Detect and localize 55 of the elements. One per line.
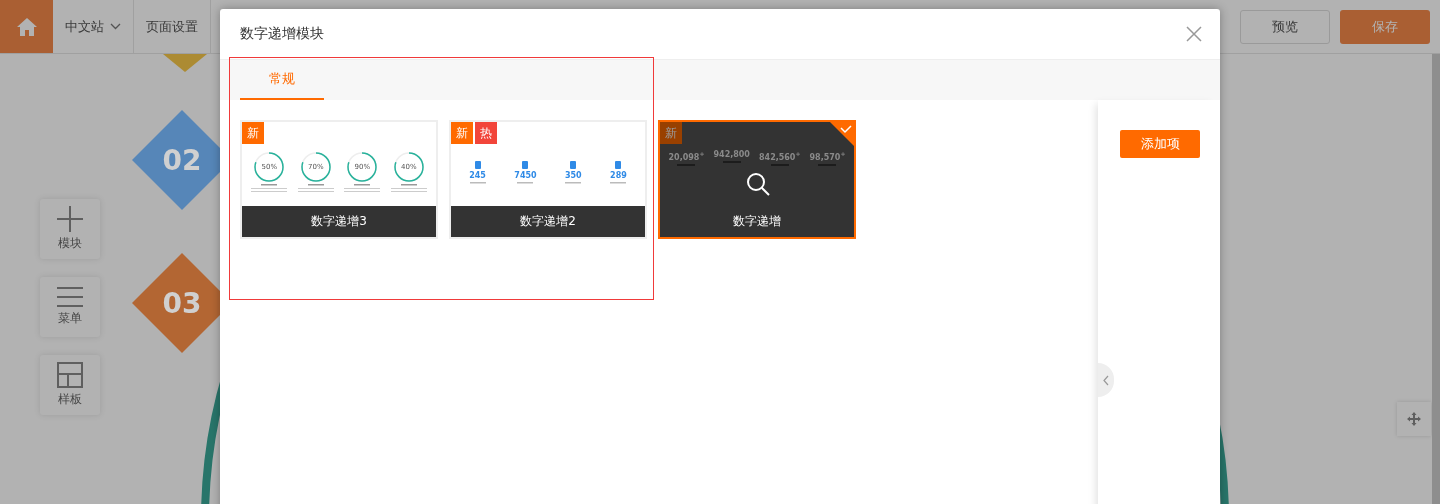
text-lines-drawing [251,184,288,194]
text-lines-drawing [610,182,627,185]
step-number: 02 [162,143,202,177]
add-item-button[interactable]: 添加项 [1120,130,1200,158]
close-button[interactable] [1186,26,1202,42]
stat-number: 350 [565,171,582,181]
stat-icon [521,161,530,170]
check-corner-icon [830,122,854,146]
preview-button[interactable]: 预览 [1240,9,1330,44]
tag-badge: 新 [451,122,473,144]
stat-number: 942,800 [713,150,750,159]
template-card[interactable]: 20,098$^{+}$ 942,800 842,560$^{+}$ 98,570$^{+}$ 数字递增 新 [658,120,856,239]
text-lines-drawing [469,182,486,185]
dialog-title: 数字递增模块 [240,25,324,43]
card-title: 数字递增3 [311,212,367,230]
layout-icon [57,362,83,388]
chevron-left-icon [1103,374,1109,386]
home-button[interactable] [0,0,53,53]
chevron-down-icon [110,23,121,30]
move-handle[interactable] [1397,402,1431,436]
tag-badge: 热 [475,122,497,144]
close-icon [1186,26,1202,42]
step-number: 03 [162,286,202,320]
stat-icon [473,161,482,170]
collapse-handle[interactable] [1098,363,1114,397]
tag-badge: 新 [242,122,264,144]
progress-ring [254,152,285,183]
tool-button[interactable]: 模块 [40,199,100,259]
card-title: 数字递增 [733,212,781,230]
stat-icon [614,161,623,170]
text-lines-drawing [390,184,427,194]
progress-ring [393,152,424,183]
search-icon[interactable] [746,172,770,196]
stat-number: 20,098$^{+}$ [668,150,705,162]
stat-number: 842,560$^{+}$ [759,150,801,162]
stat-icon [569,161,578,170]
stat-number: 289 [610,171,627,181]
text-lines-drawing [565,182,582,185]
text-lines-drawing [517,182,534,185]
tool-button[interactable]: 菜单 [40,277,100,337]
tool-button[interactable]: 样板 [40,355,100,415]
progress-ring [300,152,331,183]
tag-badge: 新 [660,122,682,144]
progress-ring [347,152,378,183]
stat-number: 98,570$^{+}$ [809,150,846,162]
text-lines-drawing [297,184,334,194]
template-card[interactable]: 245 7450 350 289 数字递增2 新 热 [449,120,647,239]
plus-icon [57,206,83,232]
card-title: 数字递增2 [520,212,576,230]
text-lines-drawing [344,184,381,194]
menu-icon [57,287,83,307]
stat-number: 245 [469,171,486,181]
stat-number: 7450 [514,171,537,181]
home-icon [16,17,37,36]
move-icon [1407,412,1421,426]
